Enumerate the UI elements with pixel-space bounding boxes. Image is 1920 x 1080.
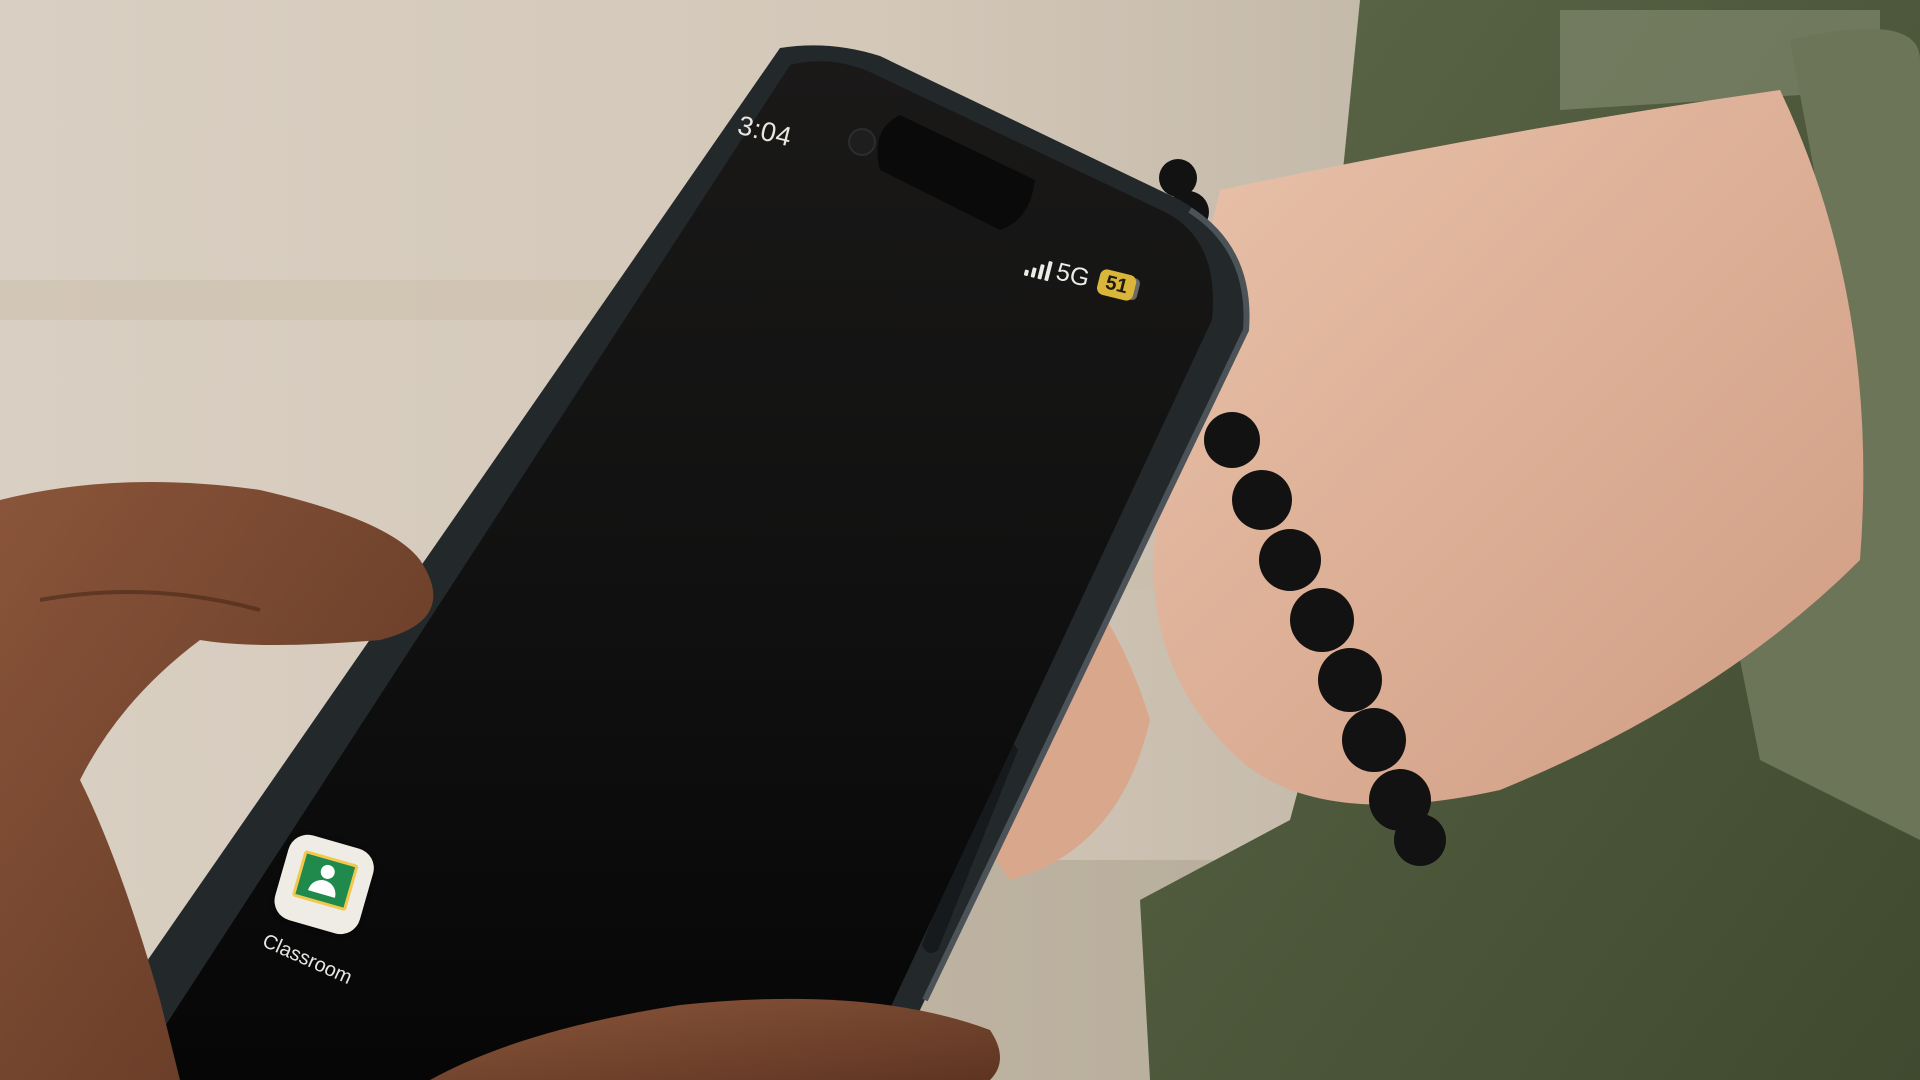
network-type-label: 5G (1053, 257, 1093, 293)
front-camera (848, 128, 876, 156)
